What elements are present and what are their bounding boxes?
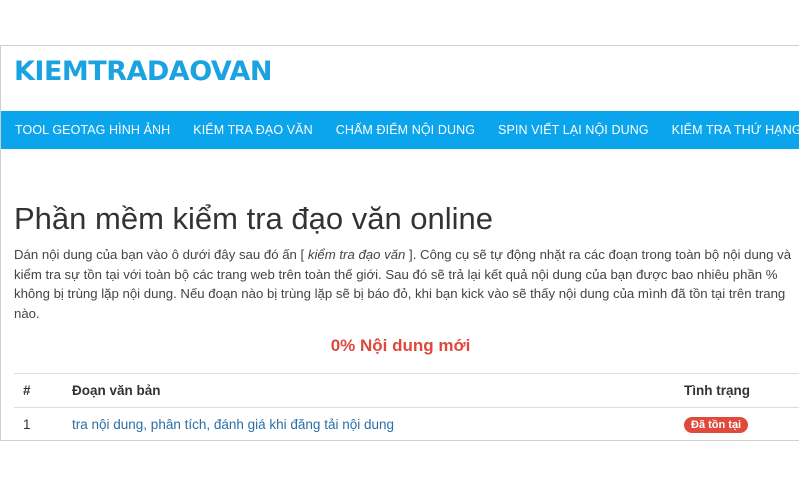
result-summary: 0% Nội dung mới bbox=[330, 336, 471, 355]
table-row: 1 tra nội dung, phân tích, đánh giá khi … bbox=[14, 407, 799, 440]
row-status-cell: Đã tồn tại bbox=[670, 407, 799, 440]
header-text: Đoạn văn bản bbox=[61, 373, 670, 408]
row-text-link[interactable]: tra nội dung, phân tích, đánh giá khi đă… bbox=[72, 417, 394, 432]
row-text-cell: tra nội dung, phân tích, đánh giá khi đă… bbox=[61, 407, 670, 440]
nav-item-spin-rewrite[interactable]: SPIN VIẾT LẠI NỘI DUNG bbox=[484, 123, 658, 137]
header-number: # bbox=[14, 373, 61, 408]
description-emphasis: kiểm tra đạo văn bbox=[307, 247, 406, 262]
page-frame: KIEMTRADAOVAN TOOL GEOTAG HÌNH ẢNH KIỂM … bbox=[0, 45, 799, 441]
nav-item-content-score[interactable]: CHẤM ĐIỂM NỘI DUNG bbox=[322, 123, 484, 137]
table-header-row: # Đoạn văn bản Tình trạng bbox=[14, 373, 799, 408]
status-badge[interactable]: Đã tồn tại bbox=[684, 417, 749, 433]
nav-item-plagiarism-check[interactable]: KIỂM TRA ĐẠO VĂN bbox=[179, 123, 321, 137]
site-logo[interactable]: KIEMTRADAOVAN bbox=[14, 56, 272, 87]
results-table: # Đoạn văn bản Tình trạng 1 tra nội dung… bbox=[14, 373, 799, 440]
header-status: Tình trạng bbox=[670, 373, 799, 408]
page-description: Dán nội dung của bạn vào ô dưới đây sau … bbox=[14, 245, 798, 323]
nav-item-geotag[interactable]: TOOL GEOTAG HÌNH ẢNH bbox=[1, 123, 179, 137]
description-text-start: Dán nội dung của bạn vào ô dưới đây sau … bbox=[14, 247, 308, 262]
main-nav: TOOL GEOTAG HÌNH ẢNH KIỂM TRA ĐẠO VĂN CH… bbox=[1, 111, 799, 149]
row-number: 1 bbox=[14, 407, 61, 440]
page-title: Phần mềm kiểm tra đạo văn online bbox=[14, 201, 494, 236]
nav-item-keyword-rank[interactable]: KIỂM TRA THỨ HẠNG TỪ KHÓA bbox=[658, 123, 799, 137]
